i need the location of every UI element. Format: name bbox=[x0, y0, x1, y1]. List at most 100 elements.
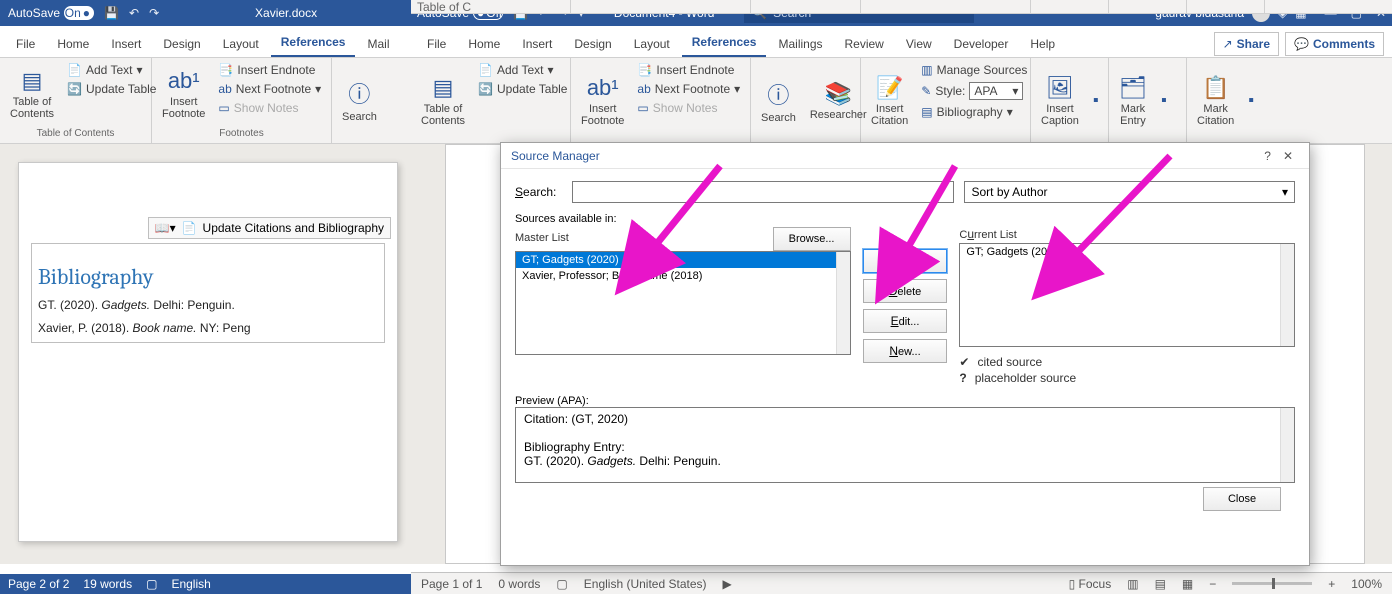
toc-button[interactable]: ▤Table ofContents bbox=[6, 62, 58, 126]
copy-button[interactable]: Copy -> bbox=[863, 249, 947, 273]
titlebar-left: AutoSave On● 💾 ↶ ↷ Xavier.docx bbox=[0, 0, 411, 26]
help-icon[interactable]: ? bbox=[1258, 149, 1277, 163]
smart-search-button[interactable]: ⓘSearch bbox=[757, 62, 800, 139]
dialog-title: Source Manager bbox=[511, 149, 600, 163]
menu-insert[interactable]: Insert bbox=[512, 31, 562, 57]
bibliography-button[interactable]: ▤Bibliography▾ bbox=[918, 104, 1030, 120]
insert-endnote-button[interactable]: 📑Insert Endnote bbox=[634, 62, 743, 78]
macro-icon[interactable]: ▶ bbox=[723, 577, 732, 591]
view-readmode-icon[interactable]: ▤ bbox=[1155, 577, 1166, 591]
insert-footnote-button[interactable]: ab¹InsertFootnote bbox=[577, 62, 628, 139]
search-label: Search: bbox=[515, 185, 562, 199]
show-notes-button[interactable]: ▭Show Notes bbox=[634, 100, 743, 116]
save-icon[interactable]: 💾 bbox=[104, 6, 119, 20]
menu-references[interactable]: References bbox=[682, 29, 767, 57]
show-notes-button[interactable]: ▭Show Notes bbox=[215, 100, 324, 116]
update-citations-bar[interactable]: 📖▾ 📄 Update Citations and Bibliography bbox=[148, 217, 391, 239]
mark-entry-button[interactable]: 🗂MarkEntry bbox=[1115, 62, 1151, 139]
menu-view[interactable]: View bbox=[896, 31, 942, 57]
mark-citation-button[interactable]: 📋MarkCitation bbox=[1193, 62, 1238, 139]
doc-icon: 📄 bbox=[182, 221, 197, 235]
list-item[interactable]: GT; Gadgets (2020) bbox=[960, 244, 1294, 260]
biblio-entry: Xavier, P. (2018). Book name. NY: Peng bbox=[38, 321, 378, 336]
zoom-out-icon[interactable]: − bbox=[1209, 577, 1216, 591]
page-status[interactable]: Page 2 of 2 bbox=[8, 577, 69, 591]
add-text-button[interactable]: 📄Add Text▾ bbox=[475, 62, 570, 78]
close-button[interactable]: Close bbox=[1203, 487, 1281, 511]
redo-icon[interactable]: ↷ bbox=[149, 6, 159, 20]
menu-design[interactable]: Design bbox=[564, 31, 621, 57]
update-table-button[interactable]: 🔄Update Table bbox=[475, 81, 570, 97]
lang-status[interactable]: English bbox=[171, 577, 210, 591]
ribbon-right: ▤Table ofContents 📄Add Text▾ 🔄Update Tab… bbox=[411, 58, 1392, 144]
menu-file[interactable]: File bbox=[6, 31, 45, 57]
insert-endnote-button[interactable]: 📑Insert Endnote bbox=[215, 62, 324, 78]
toc-button[interactable]: ▤Table ofContents bbox=[417, 62, 469, 139]
scrollbar[interactable] bbox=[836, 252, 850, 354]
menu-layout[interactable]: Layout bbox=[213, 31, 269, 57]
next-footnote-button[interactable]: abNext Footnote▾ bbox=[215, 81, 324, 97]
menu-home[interactable]: Home bbox=[458, 31, 510, 57]
next-footnote-button[interactable]: abNext Footnote▾ bbox=[634, 81, 743, 97]
scrollbar[interactable] bbox=[1280, 244, 1294, 346]
biblio-entry: GT. (2020). Gadgets. Delhi: Penguin. bbox=[38, 298, 378, 313]
insert-footnote-button[interactable]: ab¹InsertFootnote bbox=[158, 62, 209, 126]
menu-review[interactable]: Review bbox=[835, 31, 894, 57]
list-item[interactable]: GT; Gadgets (2020) bbox=[516, 252, 850, 268]
bibliography-heading: Bibliography bbox=[38, 264, 378, 290]
legend: ✔cited source ?placeholder source bbox=[959, 353, 1295, 385]
spell-icon[interactable]: ▢ bbox=[146, 577, 157, 591]
undo-icon[interactable]: ↶ bbox=[129, 6, 139, 20]
delete-button[interactable]: Delete bbox=[863, 279, 947, 303]
zoom-level[interactable]: 100% bbox=[1351, 577, 1382, 591]
word-count[interactable]: 0 words bbox=[498, 577, 540, 591]
add-text-button[interactable]: 📄Add Text▾ bbox=[64, 62, 159, 78]
search-button[interactable]: ⓘSearch bbox=[338, 62, 381, 137]
ribbon-left: ▤Table ofContents 📄Add Text▾ 🔄Update Tab… bbox=[0, 58, 411, 144]
lang-status[interactable]: English (United States) bbox=[584, 577, 707, 591]
word-count[interactable]: 19 words bbox=[83, 577, 132, 591]
insert-caption-button[interactable]: 🖼InsertCaption bbox=[1037, 62, 1083, 139]
menu-references[interactable]: References bbox=[271, 29, 356, 57]
update-table-button[interactable]: 🔄Update Table bbox=[64, 81, 159, 97]
current-list[interactable]: GT; Gadgets (2020) bbox=[959, 243, 1295, 347]
preview-box: Citation: (GT, 2020) Bibliography Entry:… bbox=[515, 407, 1295, 483]
scrollbar[interactable] bbox=[1280, 408, 1294, 482]
insert-citation-button[interactable]: 📝InsertCitation bbox=[867, 62, 912, 139]
manage-sources-button[interactable]: ▥Manage Sources bbox=[918, 62, 1030, 78]
zoom-in-icon[interactable]: + bbox=[1328, 577, 1335, 591]
source-manager-dialog: Source Manager ? ✕ Search: Sort by Autho… bbox=[500, 142, 1310, 566]
edit-button[interactable]: Edit... bbox=[863, 309, 947, 333]
page-status[interactable]: Page 1 of 1 bbox=[421, 577, 482, 591]
page[interactable]: 📖▾ 📄 Update Citations and Bibliography B… bbox=[18, 162, 398, 542]
menu-developer[interactable]: Developer bbox=[944, 31, 1019, 57]
browse-button[interactable]: Browse... bbox=[773, 227, 851, 251]
dialog-titlebar: Source Manager ? ✕ bbox=[501, 143, 1309, 169]
share-icon: ↗ bbox=[1223, 37, 1233, 51]
view-web-icon[interactable]: ▦ bbox=[1182, 577, 1193, 591]
menu-home[interactable]: Home bbox=[47, 31, 99, 57]
menu-mailings[interactable]: Mailings bbox=[768, 31, 832, 57]
menu-mailings[interactable]: Mail bbox=[357, 31, 399, 57]
close-icon[interactable]: ✕ bbox=[1277, 149, 1299, 163]
new-button[interactable]: New... bbox=[863, 339, 947, 363]
style-selector[interactable]: ✎Style:APA▾ bbox=[918, 81, 1030, 101]
menu-design[interactable]: Design bbox=[153, 31, 210, 57]
menu-insert[interactable]: Insert bbox=[101, 31, 151, 57]
zoom-slider[interactable] bbox=[1232, 582, 1312, 585]
focus-mode[interactable]: ▯ Focus bbox=[1069, 577, 1112, 591]
autosave-toggle[interactable]: On● bbox=[64, 6, 94, 20]
list-item[interactable]: Xavier, Professor; Book name (2018) bbox=[516, 268, 850, 284]
autosave[interactable]: AutoSave On● bbox=[8, 6, 94, 20]
menu-layout[interactable]: Layout bbox=[624, 31, 680, 57]
search-input[interactable] bbox=[572, 181, 954, 203]
master-list[interactable]: GT; Gadgets (2020) Xavier, Professor; Bo… bbox=[515, 251, 851, 355]
spell-icon[interactable]: ▢ bbox=[556, 577, 567, 591]
sort-select[interactable]: Sort by Author▾ bbox=[964, 181, 1295, 203]
menu-help[interactable]: Help bbox=[1020, 31, 1065, 57]
comments-button[interactable]: 💬Comments bbox=[1285, 32, 1384, 56]
share-button[interactable]: ↗Share bbox=[1214, 32, 1279, 56]
menu-file[interactable]: File bbox=[417, 31, 456, 57]
comment-icon: 💬 bbox=[1294, 37, 1309, 51]
view-printlayout-icon[interactable]: ▥ bbox=[1127, 577, 1138, 591]
